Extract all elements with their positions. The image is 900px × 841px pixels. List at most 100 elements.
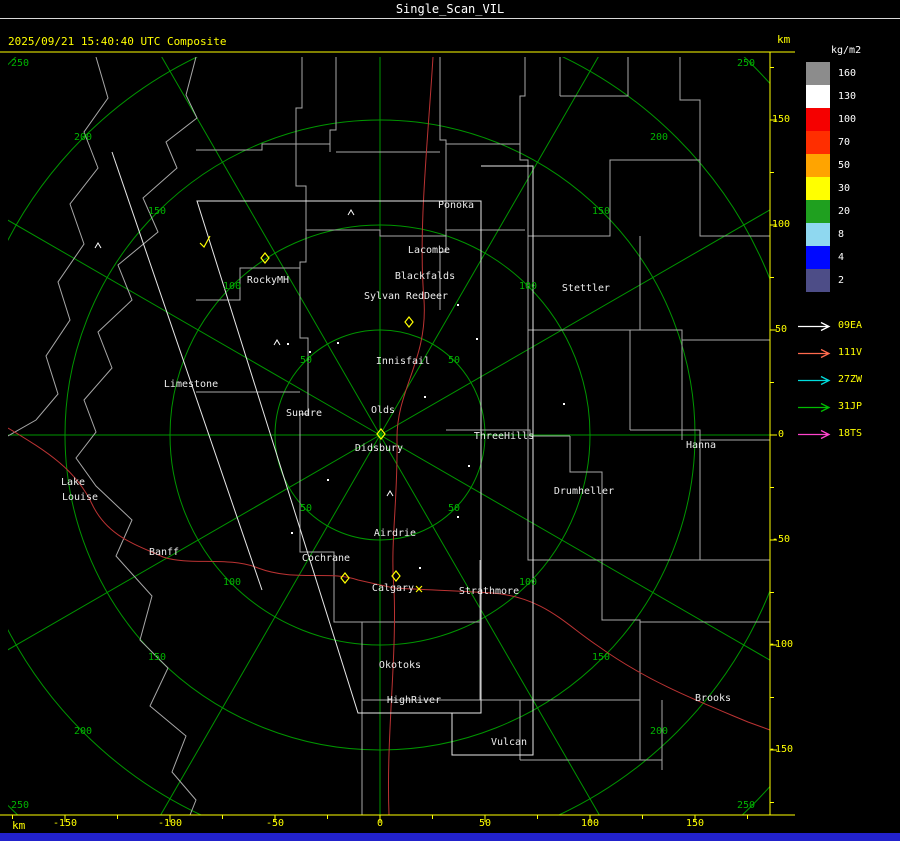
legend-value: 100	[838, 114, 857, 125]
city-label: Vulcan	[490, 737, 528, 748]
legend-color-swatch	[806, 177, 830, 200]
y-axis-tick-label: 150	[771, 114, 791, 125]
city-label: Lake	[60, 477, 86, 488]
range-ring-label: 100	[518, 281, 538, 292]
radar-arrow-icon	[798, 348, 831, 358]
city-label: Louise	[61, 492, 99, 503]
y-axis-tick-label: -50	[771, 534, 791, 545]
radar-id-label: 09EA	[838, 320, 863, 331]
range-ring-label: 100	[222, 281, 242, 292]
range-ring-label: 250	[10, 800, 30, 811]
radar-arrow-icon	[798, 429, 831, 439]
city-label: Calgary	[371, 583, 415, 594]
range-ring-label: 100	[518, 577, 538, 588]
city-label: Strathmore	[458, 586, 520, 597]
axis-frame	[0, 51, 795, 822]
range-ring-label: 50	[299, 503, 313, 514]
range-ring-label: 250	[736, 58, 756, 69]
range-ring-label: 250	[736, 800, 756, 811]
city-label: RedDeer	[405, 291, 449, 302]
radar-id-label: 18TS	[838, 428, 863, 439]
legend-color-swatch	[806, 246, 830, 269]
legend-value: 50	[838, 160, 851, 171]
radar-coverage-outlines	[111, 151, 534, 756]
city-label: Airdrie	[373, 528, 417, 539]
polar-grid	[8, 57, 770, 815]
legend-color-swatch	[806, 154, 830, 177]
radar-legend-item: 111V	[797, 347, 862, 359]
x-axis-tick-label: 0	[376, 818, 384, 829]
legend-color-swatch	[806, 200, 830, 223]
city-label: HighRiver	[386, 695, 442, 706]
legend-value: 4	[838, 252, 845, 263]
legend-unit-label: kg/m2	[831, 45, 862, 56]
y-axis-tick-label: 100	[771, 219, 791, 230]
range-ring-label: 50	[447, 503, 461, 514]
legend-color-swatch	[806, 85, 830, 108]
bottom-status-strip	[0, 833, 900, 841]
radar-legend-item: 31JP	[797, 401, 862, 413]
y-axis-major-ticks	[770, 119, 777, 751]
city-label: Lacombe	[407, 245, 451, 256]
city-label: Okotoks	[378, 660, 422, 671]
legend-color-swatch	[806, 269, 830, 292]
city-label: Didsbury	[354, 443, 404, 454]
range-ring-label: 100	[222, 577, 242, 588]
range-ring-label: 150	[591, 652, 611, 663]
legend-value: 160	[838, 68, 857, 79]
legend-value: 20	[838, 206, 851, 217]
range-ring-label: 200	[649, 132, 669, 143]
legend-color-swatch	[806, 131, 830, 154]
legend-color-swatch	[806, 108, 830, 131]
city-label: Blackfalds	[394, 271, 456, 282]
legend-value: 8	[838, 229, 845, 240]
city-label: ThreeHills	[473, 431, 535, 442]
range-ring-label: 200	[73, 726, 93, 737]
legend-value: 70	[838, 137, 851, 148]
legend-color-swatch	[806, 62, 830, 85]
city-label: Brooks	[694, 693, 732, 704]
range-ring-label: 50	[447, 355, 461, 366]
legend-value: 130	[838, 91, 857, 102]
radar-arrow-icon	[798, 402, 831, 412]
x-axis-tick-label: -150	[52, 818, 78, 829]
x-axis-tick-label: 50	[478, 818, 492, 829]
radar-id-label: 27ZW	[838, 374, 863, 385]
city-label: Olds	[370, 405, 396, 416]
range-ring-label: 200	[649, 726, 669, 737]
range-ring-label: 200	[73, 132, 93, 143]
legend-value: 2	[838, 275, 845, 286]
y-axis-tick-label: 0	[777, 429, 785, 440]
radar-id-label: 31JP	[838, 401, 863, 412]
x-axis-tick-label: 100	[580, 818, 600, 829]
city-label: Hanna	[685, 440, 717, 451]
city-label: Limestone	[163, 379, 219, 390]
city-label: Sundre	[285, 408, 323, 419]
radar-app-window: Single_Scan_VIL 2025/09/21 15:40:40 UTC …	[0, 0, 900, 841]
radial-lines	[8, 57, 770, 815]
city-label: Sylvan	[363, 291, 401, 302]
map-canvas[interactable]	[0, 0, 900, 841]
x-axis-tick-label: 150	[685, 818, 705, 829]
x-axis-tick-label: -50	[265, 818, 285, 829]
city-label: Cochrane	[301, 553, 351, 564]
radar-legend-item: 18TS	[797, 428, 862, 440]
x-axis-tick-label: -100	[157, 818, 183, 829]
radar-arrow-icon	[798, 375, 831, 385]
radar-arrow-icon	[798, 321, 831, 331]
legend-color-swatch	[806, 223, 830, 246]
y-axis-tick-label: -150	[768, 744, 794, 755]
range-ring-label: 150	[591, 206, 611, 217]
radar-id-label: 111V	[838, 347, 863, 358]
city-label: Innisfail	[375, 356, 431, 367]
y-axis-tick-label: 50	[774, 324, 788, 335]
range-ring-label: 150	[147, 652, 167, 663]
city-label: Stettler	[561, 283, 611, 294]
range-ring-label: 150	[147, 206, 167, 217]
range-ring-label: 50	[299, 355, 313, 366]
range-ring-label: 250	[10, 58, 30, 69]
site-diamond-icon	[340, 572, 350, 584]
check-marker-icon	[199, 235, 211, 248]
radar-legend-item: 27ZW	[797, 374, 862, 386]
city-label: Drumheller	[553, 486, 615, 497]
